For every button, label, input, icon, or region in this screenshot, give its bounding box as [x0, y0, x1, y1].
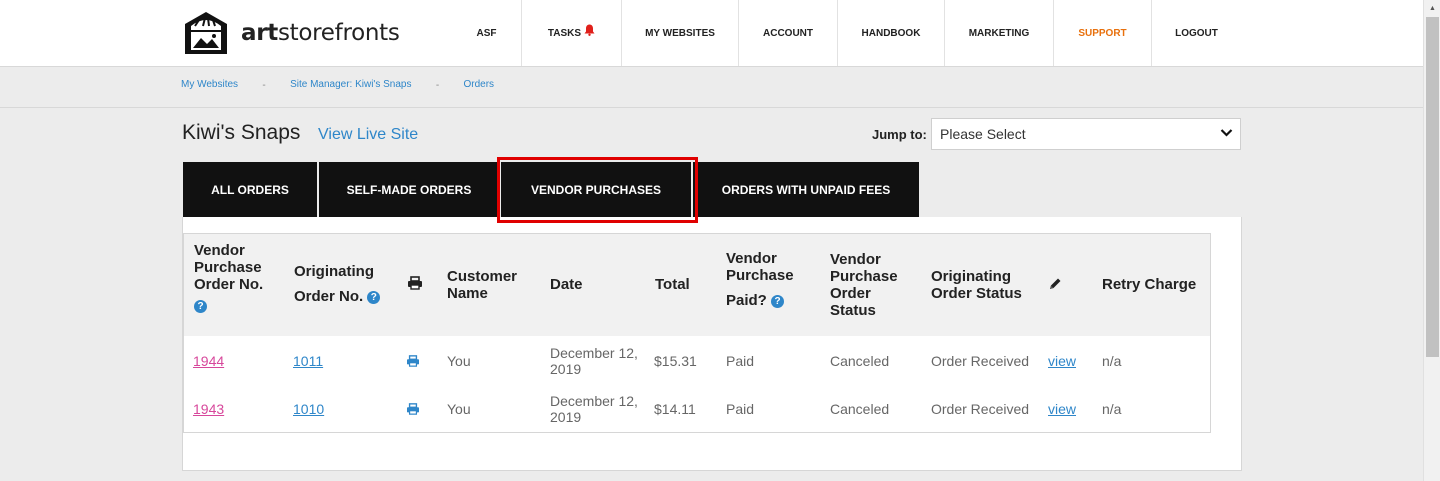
retry-charge: n/a — [1102, 353, 1122, 369]
nav-item-label: ACCOUNT — [763, 27, 813, 39]
retry-charge: n/a — [1102, 401, 1122, 417]
nav-item-marketing[interactable]: MARKETING — [944, 0, 1053, 66]
nav-item-my-websites[interactable]: MY WEBSITES — [621, 0, 738, 66]
pencil-icon — [1048, 277, 1062, 295]
bell-icon — [584, 24, 595, 37]
nav-item-label: ASF — [476, 27, 497, 39]
order-total: $15.31 — [654, 353, 697, 369]
jump-to-label: Jump to: — [872, 127, 927, 142]
originating-order-status: Order Received — [931, 353, 1030, 369]
storefront-logo-icon — [185, 12, 227, 54]
header-vendor-purchase-paid: Vendor Purchase Paid? ? — [726, 250, 794, 309]
header-originating-order-no: Originating Order No. ? — [294, 259, 381, 309]
vendor-order-status: Canceled — [830, 401, 890, 417]
highlight-box — [497, 157, 698, 223]
help-icon[interactable]: ? — [771, 294, 785, 308]
tab-all-orders[interactable]: ALL ORDERS — [183, 162, 317, 217]
nav-item-label: MY WEBSITES — [645, 27, 715, 39]
vendor-order-link[interactable]: 1943 — [193, 401, 224, 417]
header-customer-name: Customer Name — [447, 268, 518, 302]
nav-item-label: HANDBOOK — [861, 27, 921, 39]
view-live-site-link[interactable]: View Live Site — [318, 126, 418, 144]
chevron-down-icon — [1220, 126, 1233, 142]
vendor-paid-status: Paid — [726, 401, 755, 417]
breadcrumb: My Websites - Site Manager: Kiwi's Snaps… — [181, 79, 494, 93]
order-date: December 12, 2019 — [550, 393, 638, 425]
tab-orders-with-unpaid-fees[interactable]: ORDERS WITH UNPAID FEES — [693, 162, 919, 217]
header-total: Total — [655, 276, 690, 293]
help-icon[interactable]: ? — [194, 299, 207, 313]
logo-text: artstorefronts — [241, 20, 400, 46]
vendor-purchases-table: Vendor Purchase Order No. ? Originating … — [183, 233, 1211, 433]
view-link[interactable]: view — [1048, 353, 1076, 369]
breadcrumb-my-websites[interactable]: My Websites — [181, 79, 238, 93]
print-icon[interactable] — [406, 354, 420, 370]
vendor-order-link[interactable]: 1944 — [193, 353, 224, 369]
header-retry-charge: Retry Charge — [1102, 276, 1197, 293]
page-scrollbar[interactable]: ▲ — [1423, 0, 1440, 481]
top-navigation-bar: artstorefronts ASF TASKS MY WEBSITES ACCOUN… — [0, 0, 1423, 67]
breadcrumb-divider — [0, 107, 1423, 108]
originating-order-status: Order Received — [931, 401, 1030, 417]
nav-item-support[interactable]: SUPPORT — [1053, 0, 1151, 66]
breadcrumb-orders[interactable]: Orders — [463, 79, 494, 93]
scrollbar-thumb[interactable] — [1426, 17, 1439, 357]
logo[interactable]: artstorefronts — [181, 10, 400, 56]
nav-item-tasks[interactable]: TASKS — [521, 0, 621, 66]
help-icon[interactable]: ? — [367, 290, 381, 304]
header-vendor-purchase-order-no: Vendor Purchase Order No. ? — [194, 242, 264, 313]
scroll-up-arrow-icon[interactable]: ▲ — [1424, 0, 1440, 17]
printer-icon[interactable] — [407, 276, 423, 294]
nav-item-handbook[interactable]: HANDBOOK — [837, 0, 944, 66]
customer-name: You — [447, 353, 471, 369]
table-header: Vendor Purchase Order No. ? Originating … — [184, 234, 1210, 336]
main-nav: ASF TASKS MY WEBSITES ACCOUNT HANDBOOK MARKET… — [452, 0, 1241, 66]
jump-to-selected-value: Please Select — [940, 126, 1026, 142]
vendor-order-status: Canceled — [830, 353, 890, 369]
originating-order-link[interactable]: 1010 — [293, 401, 324, 417]
breadcrumb-site-manager[interactable]: Site Manager: Kiwi's Snaps — [290, 79, 411, 93]
order-total: $14.11 — [654, 401, 696, 417]
breadcrumb-separator: - — [262, 80, 266, 91]
originating-order-link[interactable]: 1011 — [293, 353, 323, 369]
view-link[interactable]: view — [1048, 401, 1076, 417]
header-date: Date — [550, 276, 583, 293]
vendor-paid-status: Paid — [726, 353, 755, 369]
nav-item-label: MARKETING — [968, 27, 1030, 39]
nav-item-label: LOGOUT — [1175, 27, 1218, 39]
nav-item-asf[interactable]: ASF — [452, 0, 521, 66]
tab-self-made-orders[interactable]: SELF-MADE ORDERS — [319, 162, 499, 217]
nav-item-label: TASKS — [547, 27, 582, 39]
nav-item-account[interactable]: ACCOUNT — [738, 0, 837, 66]
breadcrumb-separator: - — [435, 80, 440, 91]
customer-name: You — [447, 401, 471, 417]
header-originating-order-status: Originating Order Status — [931, 268, 1022, 302]
nav-item-logout[interactable]: LOGOUT — [1151, 0, 1241, 66]
jump-to-select[interactable]: Please Select — [931, 118, 1241, 150]
page-title: Kiwi's Snaps — [182, 121, 301, 144]
header-vendor-purchase-order-status: Vendor Purchase Order Status — [830, 251, 898, 319]
print-icon[interactable] — [406, 402, 420, 418]
order-date: December 12, 2019 — [550, 345, 638, 377]
nav-item-label: SUPPORT — [1078, 27, 1127, 39]
